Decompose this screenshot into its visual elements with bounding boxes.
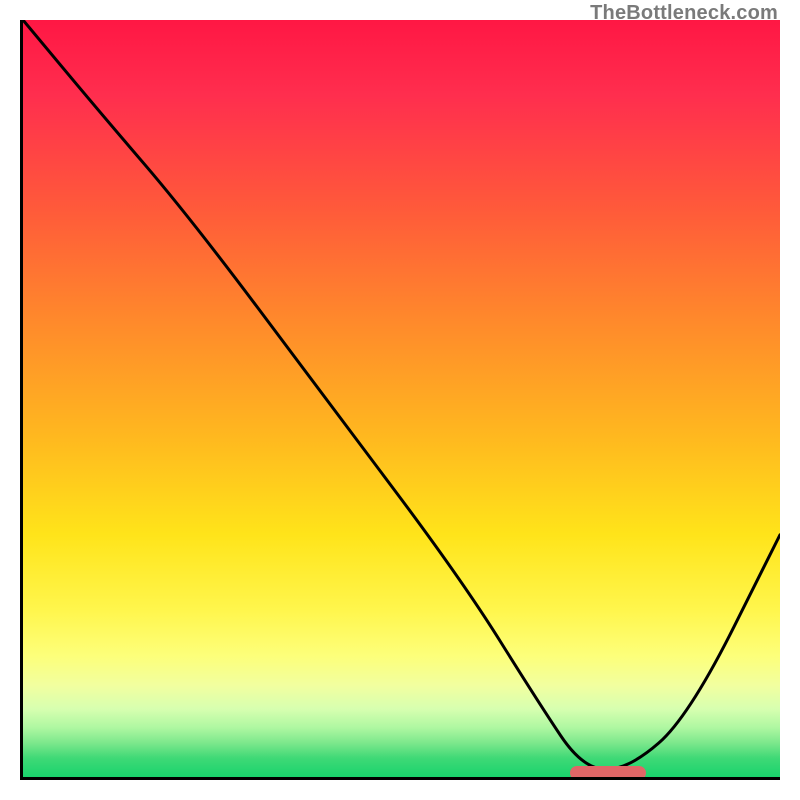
bottleneck-curve [23,20,780,777]
chart-canvas: TheBottleneck.com [0,0,800,800]
plot-area [20,20,780,780]
optimal-range-marker [570,766,646,780]
